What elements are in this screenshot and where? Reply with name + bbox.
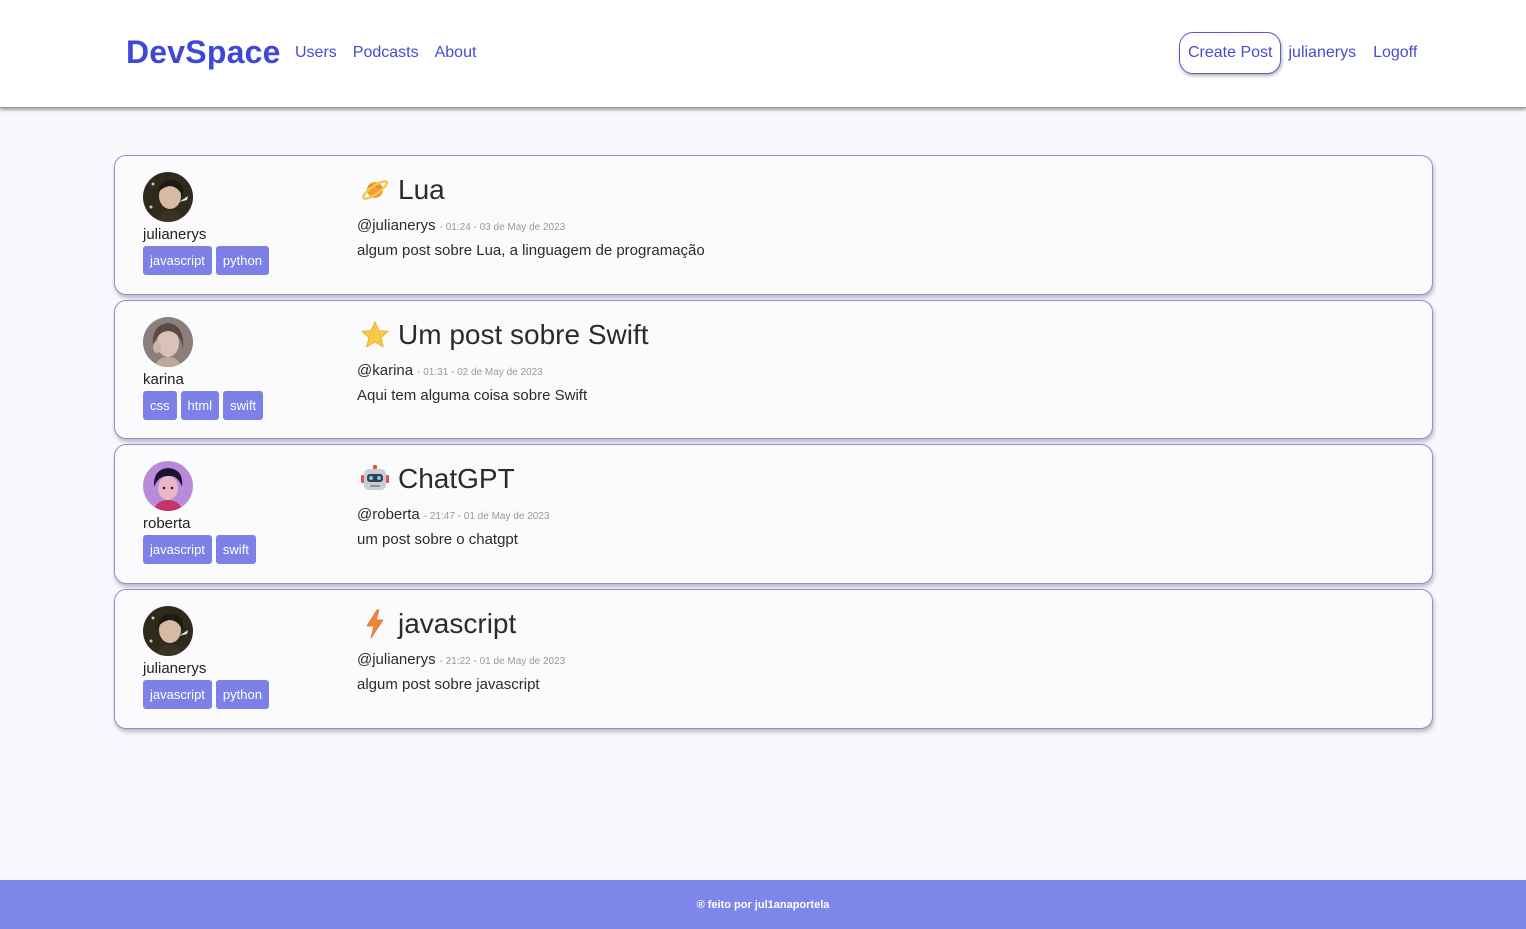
tag-badge[interactable]: html: [180, 391, 220, 420]
post-card: karina css html swift Um post sobre Swif…: [114, 300, 1433, 439]
post-title-row: Lua: [360, 174, 445, 206]
post-title[interactable]: ChatGPT: [398, 463, 515, 495]
post-title[interactable]: javascript: [398, 608, 516, 640]
post-timestamp: - 21:47 - 01 de May de 2023: [423, 511, 550, 522]
avatar[interactable]: [143, 461, 193, 511]
post-meta: @julianerys - 21:22 - 01 de May de 2023: [357, 651, 565, 668]
tag-list: javascript swift: [143, 535, 256, 564]
post-title[interactable]: Lua: [398, 174, 445, 206]
star-icon: [360, 320, 390, 350]
post-timestamp: - 01:31 - 02 de May de 2023: [417, 367, 543, 378]
post-feed: julianerys javascript python Lua @julian…: [114, 155, 1433, 734]
post-card: julianerys javascript python javascript …: [114, 589, 1433, 729]
post-handle[interactable]: @karina: [357, 362, 413, 379]
robot-icon: [360, 464, 390, 494]
post-body: um post sobre o chatgpt: [357, 531, 518, 548]
nav-link-about[interactable]: About: [435, 44, 477, 62]
tag-list: javascript python: [143, 246, 269, 275]
author-name[interactable]: karina: [143, 371, 184, 388]
brand-logo[interactable]: DevSpace: [126, 34, 281, 71]
current-user-link[interactable]: julianerys: [1288, 44, 1356, 62]
tag-badge[interactable]: swift: [215, 535, 256, 564]
nav-links: Users Podcasts About: [295, 44, 476, 62]
tag-list: css html swift: [143, 391, 264, 420]
post-body: algum post sobre javascript: [357, 676, 540, 693]
post-title-row: Um post sobre Swift: [360, 319, 649, 351]
author-name[interactable]: roberta: [143, 515, 191, 532]
avatar[interactable]: [143, 606, 193, 656]
footer-credit: ® feito por jul1anaportela: [696, 898, 830, 911]
post-title[interactable]: Um post sobre Swift: [398, 319, 649, 351]
post-title-row: javascript: [360, 608, 516, 640]
post-timestamp: - 21:22 - 01 de May de 2023: [439, 656, 566, 667]
avatar[interactable]: [143, 172, 193, 222]
post-meta: @roberta - 21:47 - 01 de May de 2023: [357, 506, 549, 523]
tag-badge[interactable]: css: [143, 391, 177, 420]
post-handle[interactable]: @roberta: [357, 506, 420, 523]
author-name[interactable]: julianerys: [143, 660, 206, 677]
post-meta: @karina - 01:31 - 02 de May de 2023: [357, 362, 543, 379]
post-handle[interactable]: @julianerys: [357, 651, 436, 668]
post-card: julianerys javascript python Lua @julian…: [114, 155, 1433, 295]
nav-right: Create Post julianerys Logoff: [1179, 32, 1417, 74]
top-navbar: DevSpace Users Podcasts About Create Pos…: [0, 0, 1526, 108]
tag-badge[interactable]: javascript: [143, 535, 212, 564]
tag-badge[interactable]: python: [215, 246, 269, 275]
avatar[interactable]: [143, 317, 193, 367]
post-card: roberta javascript swift ChatGPT @robert…: [114, 444, 1433, 584]
author-name[interactable]: julianerys: [143, 226, 206, 243]
tag-badge[interactable]: javascript: [143, 246, 212, 275]
post-body: algum post sobre Lua, a linguagem de pro…: [357, 242, 705, 259]
post-handle[interactable]: @julianerys: [357, 217, 436, 234]
logoff-link[interactable]: Logoff: [1373, 44, 1417, 62]
post-title-row: ChatGPT: [360, 463, 515, 495]
lightning-icon: [360, 609, 390, 639]
footer: ® feito por jul1anaportela: [0, 880, 1526, 929]
create-post-button[interactable]: Create Post: [1179, 32, 1282, 74]
tag-list: javascript python: [143, 680, 269, 709]
post-meta: @julianerys - 01:24 - 03 de May de 2023: [357, 217, 565, 234]
nav-link-podcasts[interactable]: Podcasts: [353, 44, 419, 62]
tag-badge[interactable]: javascript: [143, 680, 212, 709]
nav-link-users[interactable]: Users: [295, 44, 337, 62]
post-timestamp: - 01:24 - 03 de May de 2023: [439, 222, 566, 233]
tag-badge[interactable]: swift: [223, 391, 264, 420]
planet-icon: [360, 175, 390, 205]
post-body: Aqui tem alguma coisa sobre Swift: [357, 387, 588, 404]
tag-badge[interactable]: python: [215, 680, 269, 709]
